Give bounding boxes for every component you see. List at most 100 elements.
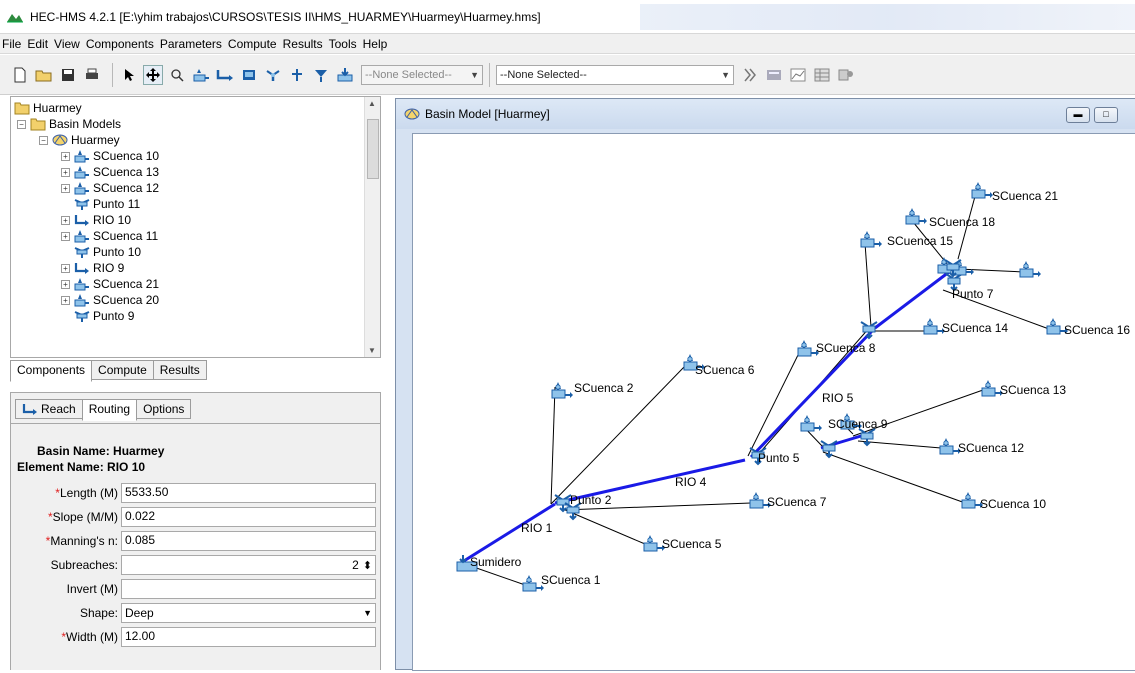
subbasin-scuenca-2-icon[interactable] bbox=[551, 381, 574, 399]
arrow-pointer-icon[interactable] bbox=[119, 65, 139, 85]
basin-window-title: Basin Model [Huarmey] bbox=[425, 107, 550, 121]
menu-file[interactable]: File bbox=[2, 37, 21, 51]
tree-element[interactable]: + SCuenca 20 bbox=[61, 292, 159, 308]
table-icon[interactable] bbox=[812, 65, 832, 85]
menu-help[interactable]: Help bbox=[363, 37, 388, 51]
reach-tool-icon[interactable] bbox=[215, 65, 235, 85]
basin-window-titlebar[interactable]: Basin Model [Huarmey] bbox=[396, 99, 1135, 129]
diversion-tool-icon[interactable] bbox=[287, 65, 307, 85]
text-field[interactable]: 5533.50 bbox=[121, 483, 376, 503]
expand-icon[interactable]: + bbox=[61, 167, 70, 177]
menu-edit[interactable]: Edit bbox=[27, 37, 48, 51]
tree-basin-model-label: Huarmey bbox=[71, 133, 120, 147]
tree-element[interactable]: + SCuenca 13 bbox=[61, 164, 159, 180]
tab-compute[interactable]: Compute bbox=[91, 360, 154, 380]
element-select-combo[interactable]: --None Selected-- ▼ bbox=[361, 64, 483, 85]
tree-element[interactable]: Punto 9 bbox=[61, 308, 134, 324]
subbasin-tool-icon[interactable] bbox=[191, 65, 211, 85]
field-value: Deep bbox=[125, 606, 154, 620]
source-tool-icon[interactable] bbox=[311, 65, 331, 85]
label-rio-4: RIO 4 bbox=[675, 475, 707, 489]
tree-element[interactable]: + SCuenca 12 bbox=[61, 180, 159, 196]
tree-basin-model[interactable]: − Huarmey bbox=[39, 132, 120, 148]
junction-punto-10-icon[interactable] bbox=[820, 440, 838, 458]
tree-element[interactable]: + SCuenca 11 bbox=[61, 228, 158, 244]
tree-basin-models[interactable]: − Basin Models bbox=[17, 116, 121, 132]
print-icon[interactable] bbox=[82, 65, 102, 85]
pan-move-icon[interactable] bbox=[143, 64, 163, 85]
subbasin-scuenca-9-icon[interactable] bbox=[800, 414, 823, 432]
scrollbar-thumb[interactable] bbox=[367, 119, 379, 179]
expand-icon[interactable]: + bbox=[61, 295, 70, 305]
tab-results[interactable]: Results bbox=[152, 360, 207, 380]
tree-element[interactable]: + SCuenca 10 bbox=[61, 148, 159, 164]
shape-dropdown[interactable]: Deep ▼ bbox=[121, 603, 376, 623]
menu-parameters[interactable]: Parameters bbox=[160, 37, 222, 51]
expand-icon[interactable]: + bbox=[61, 263, 70, 273]
junction-rio5-start-icon[interactable] bbox=[860, 321, 878, 339]
expand-icon[interactable]: + bbox=[61, 231, 70, 241]
minimize-button[interactable]: ▬ bbox=[1066, 107, 1090, 123]
junction-tool-icon[interactable] bbox=[263, 65, 283, 85]
subbasin-icon bbox=[74, 229, 90, 243]
graph-icon[interactable] bbox=[788, 65, 808, 85]
tree-scrollbar[interactable]: ▲ ▼ bbox=[364, 97, 380, 357]
tree-element[interactable]: Punto 11 bbox=[61, 196, 140, 212]
watershed-explorer-tree[interactable]: Huarmey − Basin Models − Huarmey + SCuenc… bbox=[10, 96, 381, 358]
time-series-icon[interactable] bbox=[836, 65, 856, 85]
tree-element-label: RIO 10 bbox=[93, 213, 132, 227]
expand-icon[interactable]: + bbox=[61, 215, 70, 225]
tree-root[interactable]: Huarmey bbox=[14, 100, 82, 116]
run-select-combo[interactable]: --None Selected-- ▼ bbox=[496, 64, 734, 85]
subbasin-scuenca-15-icon[interactable] bbox=[860, 230, 883, 248]
menu-tools[interactable]: Tools bbox=[329, 37, 357, 51]
menu-components[interactable]: Components bbox=[86, 37, 154, 51]
element-select-value: --None Selected-- bbox=[365, 68, 452, 81]
subbasin-scuenca-21-icon[interactable] bbox=[971, 181, 994, 199]
reach-icon bbox=[74, 261, 90, 275]
tab-reach[interactable]: Reach bbox=[15, 399, 83, 419]
minimize-icon: ▬ bbox=[1073, 109, 1083, 119]
compute-icon[interactable] bbox=[740, 65, 760, 85]
spinner-arrows-icon[interactable]: ⬍ bbox=[363, 559, 372, 572]
scroll-down-icon[interactable]: ▼ bbox=[368, 346, 376, 355]
menu-view[interactable]: View bbox=[54, 37, 80, 51]
field-label-text: Manning's n: bbox=[50, 534, 118, 548]
open-folder-icon[interactable] bbox=[34, 65, 54, 85]
tree-element[interactable]: + RIO 9 bbox=[61, 260, 124, 276]
collapse-icon[interactable]: − bbox=[17, 119, 26, 129]
label-punto-2: Punto 2 bbox=[570, 493, 612, 507]
basin-map-canvas[interactable]: Sumidero SCuenca 1 SCuenca 2 Punto 2 RIO… bbox=[412, 133, 1135, 671]
menu-results[interactable]: Results bbox=[283, 37, 323, 51]
subreaches-spinner[interactable]: 2 ⬍ bbox=[121, 555, 376, 575]
maximize-button[interactable]: □ bbox=[1094, 107, 1118, 123]
text-field[interactable]: 0.022 bbox=[121, 507, 376, 527]
zoom-icon[interactable] bbox=[167, 65, 187, 85]
tab-options[interactable]: Options bbox=[136, 399, 192, 419]
tree-element[interactable]: + SCuenca 21 bbox=[61, 276, 159, 292]
label-scuenca-8: SCuenca 8 bbox=[816, 341, 876, 355]
expand-icon[interactable]: + bbox=[61, 279, 70, 289]
label-scuenca-21: SCuenca 21 bbox=[992, 189, 1058, 203]
subbasin-scuenca-20-icon[interactable] bbox=[1019, 260, 1042, 278]
menu-compute[interactable]: Compute bbox=[228, 37, 277, 51]
tab-routing[interactable]: Routing bbox=[81, 399, 138, 421]
basin-schematic[interactable]: Sumidero SCuenca 1 SCuenca 2 Punto 2 RIO… bbox=[413, 134, 1135, 670]
expand-icon[interactable]: + bbox=[61, 183, 70, 193]
new-file-icon[interactable] bbox=[10, 65, 30, 85]
tree-element[interactable]: + RIO 10 bbox=[61, 212, 131, 228]
text-field[interactable]: 12.00 bbox=[121, 627, 376, 647]
field-label-text: Width (M) bbox=[66, 630, 118, 644]
tab-components[interactable]: Components bbox=[10, 360, 93, 382]
text-field[interactable] bbox=[121, 579, 376, 599]
global-summary-icon[interactable] bbox=[764, 65, 784, 85]
tree-element[interactable]: Punto 10 bbox=[61, 244, 141, 260]
subbasin-scuenca-18-icon[interactable] bbox=[905, 207, 928, 225]
reservoir-tool-icon[interactable] bbox=[239, 65, 259, 85]
collapse-icon[interactable]: − bbox=[39, 135, 48, 145]
text-field[interactable]: 0.085 bbox=[121, 531, 376, 551]
scroll-up-icon[interactable]: ▲ bbox=[368, 99, 376, 108]
save-icon[interactable] bbox=[58, 65, 78, 85]
sink-tool-icon[interactable] bbox=[335, 65, 355, 85]
expand-icon[interactable]: + bbox=[61, 151, 70, 161]
